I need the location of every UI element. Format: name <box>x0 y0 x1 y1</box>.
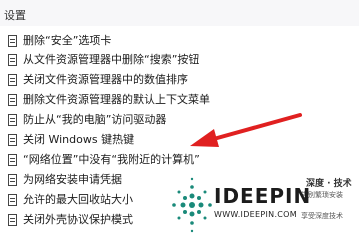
watermark-tagline-2: 享受深度技术 <box>301 212 343 220</box>
policy-item[interactable]: 从文件资源管理器中删除“搜索”按钮 <box>8 50 353 69</box>
policy-document-icon <box>8 193 17 206</box>
policy-document-icon <box>8 53 17 66</box>
policy-item-label: 关闭文件资源管理器中的数值排序 <box>23 72 188 86</box>
settings-header: 设置 <box>0 0 359 26</box>
policy-item-label: 关闭 Windows 键热键 <box>23 132 135 146</box>
policy-item-windows-hotkeys[interactable]: 关闭 Windows 键热键 <box>8 130 353 149</box>
ideepin-watermark: 深度 · 技术 告别繁琐安装 IDEEPIN WWW.IDEEPIN.COM 享… <box>170 170 359 242</box>
settings-title: 设置 <box>4 9 26 22</box>
policy-document-icon <box>8 93 17 106</box>
policy-document-icon <box>8 213 17 226</box>
watermark-cn-title: 深度 · 技术 <box>306 179 352 189</box>
policy-document-icon <box>8 73 17 86</box>
policy-item-label: 关闭外壳协议保护模式 <box>23 212 133 226</box>
policy-document-icon <box>8 173 17 186</box>
policy-item[interactable]: 删除文件资源管理器的默认上下文菜单 <box>8 90 353 109</box>
policy-item[interactable]: “网络位置”中没有“我附近的计算机” <box>8 150 353 169</box>
policy-item-label: 防止从“我的电脑”访问驱动器 <box>23 112 167 126</box>
policy-item-label: 删除文件资源管理器的默认上下文菜单 <box>23 92 210 106</box>
policy-document-icon <box>8 34 17 47</box>
policy-item[interactable]: 防止从“我的电脑”访问驱动器 <box>8 110 353 129</box>
policy-document-icon <box>8 153 17 166</box>
policy-document-icon <box>8 113 17 126</box>
watermark-logo-text: IDEEPIN <box>214 184 312 208</box>
ideepin-logo-icon <box>172 177 212 233</box>
policy-item-label: 删除“安全”选项卡 <box>23 33 112 47</box>
policy-item[interactable]: 关闭文件资源管理器中的数值排序 <box>8 70 353 89</box>
policy-item-label: 允许的最大回收站大小 <box>23 192 133 206</box>
policy-item-label: “网络位置”中没有“我附近的计算机” <box>23 152 200 166</box>
watermark-url: WWW.IDEEPIN.COM <box>214 210 297 219</box>
policy-item-label: 为网络安装申请凭据 <box>23 172 122 186</box>
policy-item[interactable]: 删除“安全”选项卡 <box>8 31 353 50</box>
policy-document-icon <box>8 133 17 146</box>
policy-item-label: 从文件资源管理器中删除“搜索”按钮 <box>23 52 200 66</box>
